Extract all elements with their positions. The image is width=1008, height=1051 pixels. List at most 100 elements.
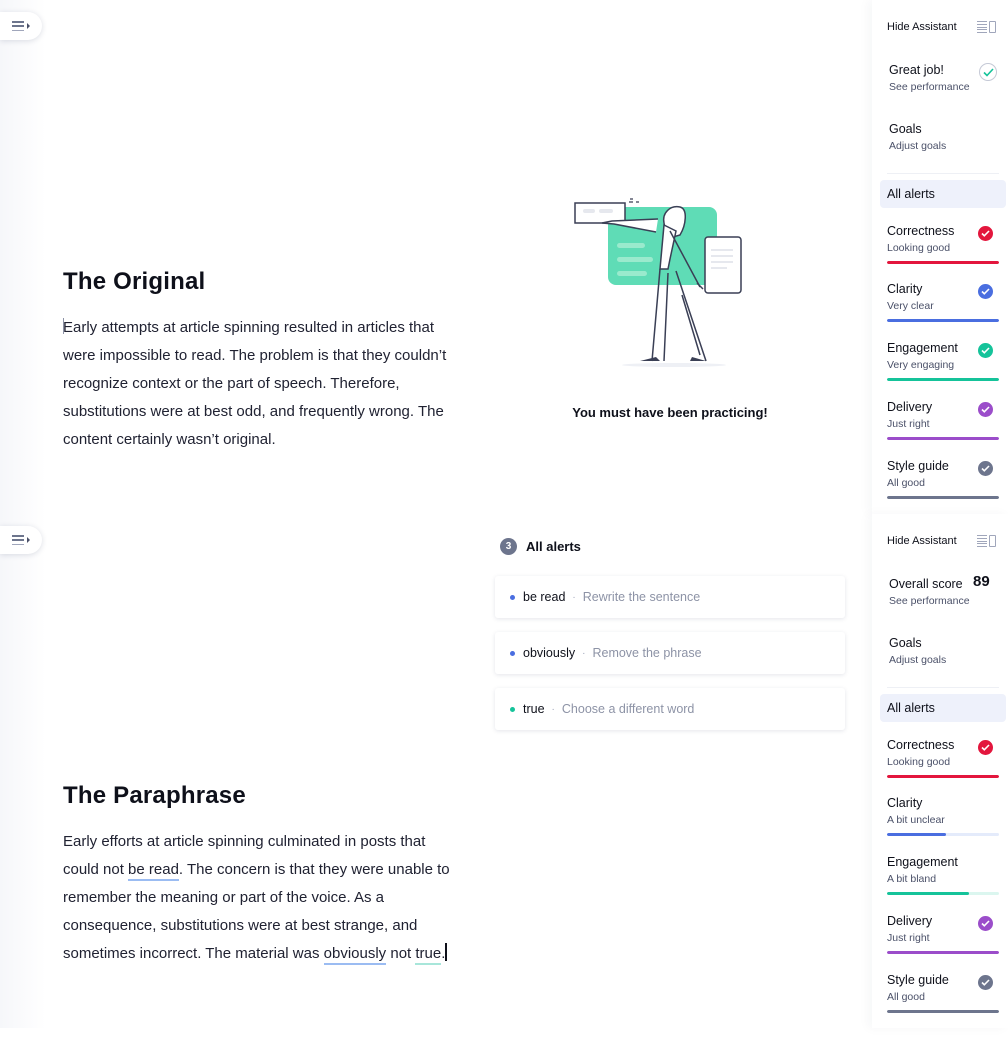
category-progress-bar — [887, 1010, 999, 1013]
alert-dot-icon — [510, 650, 515, 656]
category-delivery[interactable]: Delivery Just right — [887, 400, 999, 450]
document-title: The Original — [63, 268, 206, 295]
alert-card[interactable]: obviously · Remove the phrase — [495, 632, 845, 674]
category-progress-bar — [887, 775, 999, 778]
editor-panel-original: The Original Early attempts at article s… — [0, 0, 1008, 514]
alert-word: true — [523, 702, 545, 716]
category-correctness[interactable]: Correctness Looking good — [887, 738, 999, 788]
document-title: The Paraphrase — [63, 782, 246, 809]
check-badge-icon — [978, 975, 993, 990]
hide-assistant-icon[interactable] — [977, 21, 997, 33]
separator-dot: · — [551, 703, 555, 715]
goals-button[interactable]: Goals Adjust goals — [889, 636, 999, 666]
woman-presenting-illustration — [574, 198, 742, 367]
menu-button[interactable] — [0, 12, 42, 40]
goals-link[interactable]: Adjust goals — [889, 140, 999, 152]
overall-score-value: 89 — [973, 573, 990, 590]
category-progress-bar — [887, 951, 999, 954]
separator-dot: · — [582, 647, 586, 659]
assistant-sidebar: Hide Assistant Overall score See perform… — [872, 514, 1008, 1028]
category-progress-fill — [887, 437, 999, 440]
category-progress-bar — [887, 892, 999, 895]
performance-link[interactable]: See performance — [889, 595, 999, 607]
caret-right-icon — [27, 23, 30, 29]
alert-dot-icon — [510, 594, 515, 600]
category-status: All good — [887, 477, 925, 489]
category-style-guide[interactable]: Style guide All good — [887, 459, 999, 509]
flagged-phrase-be-read[interactable]: be read — [128, 861, 179, 881]
category-progress-fill — [887, 1010, 999, 1013]
separator-dot: · — [572, 591, 576, 603]
category-progress-fill — [887, 319, 999, 322]
category-engagement[interactable]: Engagement A bit bland — [887, 855, 999, 905]
goals-title: Goals — [889, 122, 922, 136]
alert-card[interactable]: be read · Rewrite the sentence — [495, 576, 845, 618]
category-status: A bit unclear — [887, 814, 945, 826]
goals-link[interactable]: Adjust goals — [889, 654, 999, 666]
document-text[interactable]: Early attempts at article spinning resul… — [63, 319, 446, 448]
category-status: Looking good — [887, 756, 951, 768]
flagged-phrase-true[interactable]: true — [415, 945, 442, 965]
category-clarity[interactable]: Clarity A bit unclear — [887, 796, 999, 846]
check-circle-icon — [979, 63, 997, 81]
category-progress-fill — [887, 951, 999, 954]
alerts-header-label: All alerts — [526, 539, 581, 554]
category-progress-fill — [887, 261, 999, 264]
check-badge-icon — [978, 284, 993, 299]
hide-assistant-button[interactable]: Hide Assistant — [887, 535, 957, 547]
alerts-header: 3 All alerts — [500, 538, 581, 555]
performance-link[interactable]: See performance — [889, 81, 999, 93]
category-progress-bar — [887, 496, 999, 499]
check-badge-icon — [978, 916, 993, 931]
category-title: Clarity — [887, 796, 923, 810]
check-badge-icon — [978, 402, 993, 417]
assistant-sidebar: Hide Assistant Great job! See performanc… — [872, 0, 1008, 514]
category-delivery[interactable]: Delivery Just right — [887, 914, 999, 964]
alert-suggestion: Rewrite the sentence — [582, 590, 701, 604]
hamburger-icon — [12, 535, 24, 545]
category-title: Engagement — [887, 855, 958, 869]
all-alerts-tab[interactable]: All alerts — [880, 180, 1006, 208]
category-progress-fill — [887, 496, 999, 499]
alert-card[interactable]: true · Choose a different word — [495, 688, 845, 730]
illustration-caption: You must have been practicing! — [572, 405, 768, 420]
alert-count-badge: 3 — [500, 538, 517, 555]
text-cursor — [445, 943, 447, 961]
category-progress-bar — [887, 319, 999, 322]
category-status: Just right — [887, 418, 930, 430]
category-status: Very engaging — [887, 359, 955, 371]
alert-word: obviously — [523, 646, 576, 660]
goals-button[interactable]: Goals Adjust goals — [889, 122, 999, 152]
category-progress-bar — [887, 261, 999, 264]
category-progress-bar — [887, 378, 999, 381]
alert-suggestion: Choose a different word — [561, 702, 695, 716]
category-engagement[interactable]: Engagement Very engaging — [887, 341, 999, 391]
document-body[interactable]: Early efforts at article spinning culmin… — [63, 828, 453, 968]
flagged-phrase-obviously[interactable]: obviously — [323, 945, 387, 965]
category-progress-fill — [887, 378, 999, 381]
check-badge-icon — [978, 343, 993, 358]
alert-suggestion: Remove the phrase — [592, 646, 702, 660]
document-body[interactable]: Early attempts at article spinning resul… — [63, 314, 453, 454]
category-status: Just right — [887, 932, 930, 944]
category-style-guide[interactable]: Style guide All good — [887, 973, 999, 1023]
alert-dot-icon — [510, 706, 515, 712]
divider — [887, 687, 999, 688]
check-badge-icon — [978, 740, 993, 755]
editor-panel-paraphrase: The Paraphrase Early efforts at article … — [0, 514, 1008, 1028]
category-progress-bar — [887, 833, 999, 836]
category-correctness[interactable]: Correctness Looking good — [887, 224, 999, 274]
hide-assistant-icon[interactable] — [977, 535, 997, 547]
caret-right-icon — [27, 537, 30, 543]
alert-word: be read — [523, 590, 566, 604]
document-text[interactable]: not — [386, 945, 415, 962]
category-progress-fill — [887, 833, 947, 836]
all-alerts-tab[interactable]: All alerts — [880, 694, 1006, 722]
menu-button[interactable] — [0, 526, 42, 554]
category-status: A bit bland — [887, 873, 937, 885]
divider — [887, 173, 999, 174]
category-clarity[interactable]: Clarity Very clear — [887, 282, 999, 332]
category-progress-fill — [887, 892, 969, 895]
hide-assistant-button[interactable]: Hide Assistant — [887, 21, 957, 33]
goals-title: Goals — [889, 636, 922, 650]
